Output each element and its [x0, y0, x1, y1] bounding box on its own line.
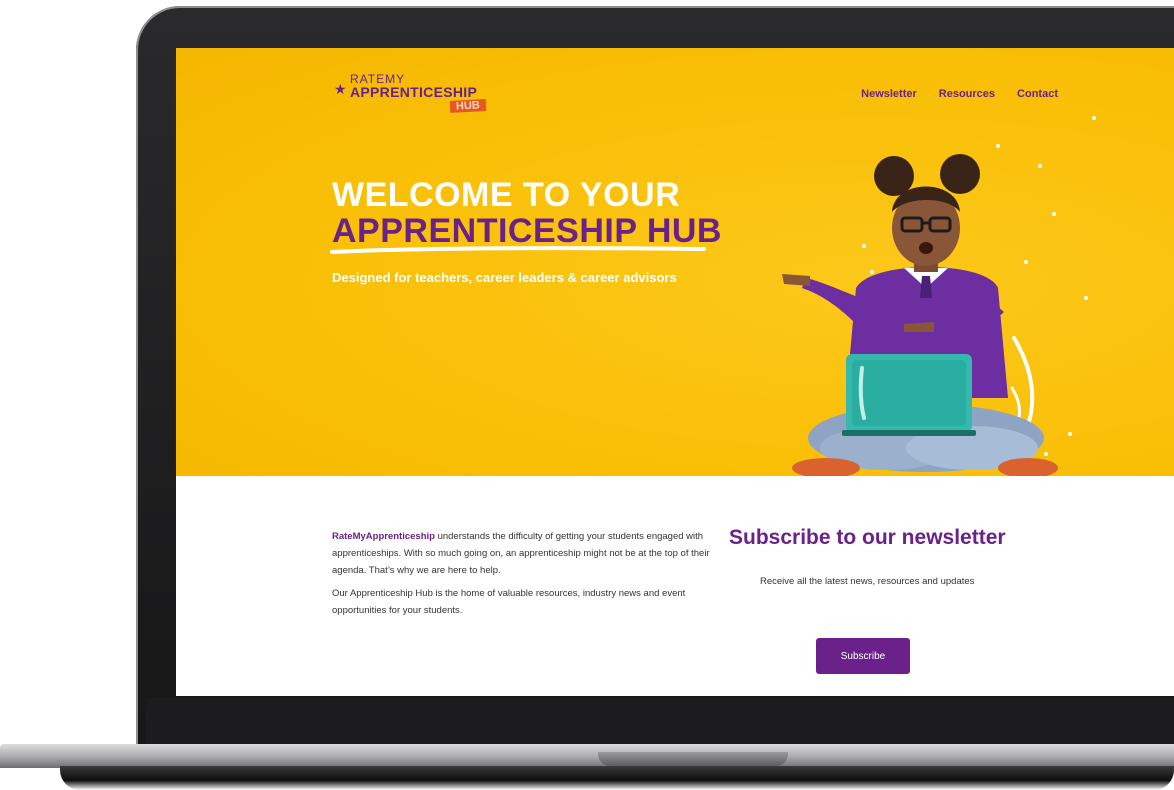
- subscribe-button[interactable]: Subscribe: [816, 638, 910, 674]
- intro-paragraph-2: Our Apprenticeship Hub is the home of va…: [332, 588, 686, 616]
- laptop-screen: ★ RATEMY APPRENTICESHIP HUB Newsletter R…: [176, 48, 1174, 696]
- nav-newsletter-link[interactable]: Newsletter: [861, 88, 917, 100]
- logo-apprenticeship-text: APPRENTICESHIP: [350, 84, 478, 100]
- student-illustration: [782, 154, 1058, 476]
- brush-underline: [330, 246, 706, 254]
- brand-name: RateMyApprenticeship: [332, 531, 435, 542]
- laptop-base: [0, 744, 1174, 768]
- laptop-notch: [598, 752, 788, 766]
- hero-subtitle: Designed for teachers, career leaders & …: [332, 270, 677, 285]
- nav-contact-link[interactable]: Contact: [1017, 88, 1058, 100]
- logo-hub-tag: HUB: [449, 99, 487, 113]
- site-logo[interactable]: ★ RATEMY APPRENTICESHIP HUB: [334, 72, 504, 118]
- laptop-bezel: [146, 698, 1174, 744]
- intro-text: RateMyApprenticeship understands the dif…: [332, 528, 712, 625]
- content-section: RateMyApprenticeship understands the dif…: [176, 476, 1174, 696]
- nav-resources-link[interactable]: Resources: [939, 88, 995, 100]
- star-icon: ★: [334, 82, 347, 98]
- hero-title-line1: WELCOME TO YOUR: [332, 176, 681, 214]
- sparkle-dot: [1084, 296, 1088, 300]
- newsletter-description: Receive all the latest news, resources a…: [760, 576, 975, 587]
- hero-section: ★ RATEMY APPRENTICESHIP HUB Newsletter R…: [176, 48, 1174, 476]
- main-nav: Newsletter Resources Contact: [861, 88, 1058, 100]
- newsletter-title: Subscribe to our newsletter: [729, 526, 1006, 549]
- sparkle-dot: [1092, 116, 1096, 120]
- laptop-base-shadow: [60, 766, 1174, 790]
- intro-paragraph-1: RateMyApprenticeship understands the dif…: [332, 528, 712, 579]
